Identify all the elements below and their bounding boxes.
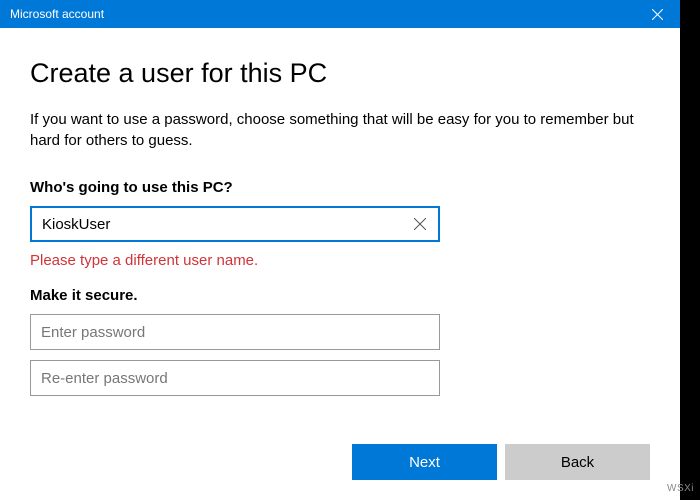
username-input[interactable] <box>30 206 440 242</box>
password-input-wrap <box>30 314 650 350</box>
secure-label: Make it secure. <box>30 287 650 304</box>
page-description: If you want to use a password, choose so… <box>30 109 650 151</box>
close-icon <box>652 9 663 20</box>
back-button[interactable]: Back <box>505 444 650 480</box>
page-title: Create a user for this PC <box>30 58 650 89</box>
close-button[interactable] <box>635 0 680 28</box>
titlebar: Microsoft account <box>0 0 680 28</box>
username-label: Who's going to use this PC? <box>30 179 650 196</box>
next-button[interactable]: Next <box>352 444 497 480</box>
username-input-wrap <box>30 206 650 242</box>
username-error: Please type a different user name. <box>30 252 650 269</box>
watermark: WSXi <box>667 483 694 494</box>
clear-username-button[interactable] <box>410 214 430 234</box>
titlebar-title: Microsoft account <box>10 7 104 21</box>
x-icon <box>414 218 426 230</box>
dialog-content: Create a user for this PC If you want to… <box>0 28 680 426</box>
password-confirm-input[interactable] <box>30 360 440 396</box>
dialog-footer: Next Back <box>0 426 680 500</box>
password-confirm-input-wrap <box>30 360 650 396</box>
dialog-window: Microsoft account Create a user for this… <box>0 0 680 500</box>
password-input[interactable] <box>30 314 440 350</box>
